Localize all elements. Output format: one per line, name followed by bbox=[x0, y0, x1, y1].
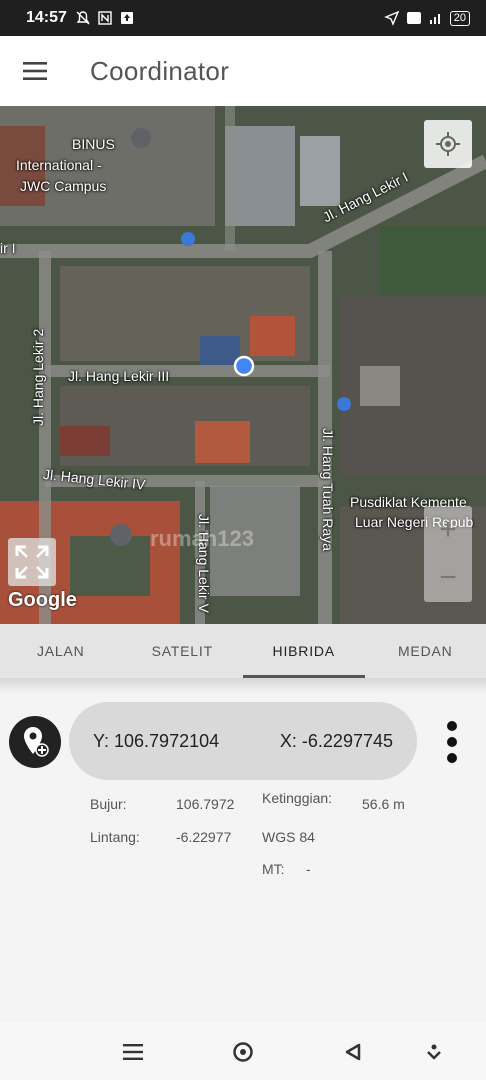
fullscreen-button[interactable] bbox=[8, 538, 56, 586]
watermark: rumah123 bbox=[150, 526, 254, 551]
mt-label: MT: bbox=[262, 861, 285, 877]
upload-icon bbox=[120, 12, 133, 24]
map-label-binus: JWC Campus bbox=[20, 178, 107, 194]
lintang-label: Lintang: bbox=[90, 829, 140, 845]
zoom-in-button[interactable]: + bbox=[424, 506, 472, 554]
status-bar: 14:57 20 bbox=[0, 0, 486, 36]
ketinggian-label: Ketinggian: bbox=[262, 790, 332, 806]
map-label-binus: BINUS bbox=[72, 136, 115, 152]
my-location-button[interactable] bbox=[424, 120, 472, 168]
zoom-out-button[interactable]: − bbox=[424, 554, 472, 602]
y-coordinate: Y: 106.7972104 bbox=[93, 730, 220, 751]
app-title: Coordinator bbox=[90, 55, 230, 86]
map-type-tabs: JALAN SATELIT HIBRIDA MEDAN bbox=[0, 624, 486, 678]
map-label-road: Jl. Hang Lekir 2 bbox=[30, 328, 46, 426]
tab-satelit[interactable]: SATELIT bbox=[122, 624, 244, 678]
tab-hibrida[interactable]: HIBRIDA bbox=[243, 624, 365, 678]
expand-icon bbox=[15, 545, 49, 579]
more-dot bbox=[447, 737, 457, 747]
google-logo: Google bbox=[8, 589, 77, 611]
back-button[interactable] bbox=[337, 1036, 369, 1068]
status-icons-left bbox=[75, 10, 135, 26]
notifications-off-icon bbox=[76, 11, 90, 25]
mt-value: - bbox=[306, 861, 311, 877]
tab-medan[interactable]: MEDAN bbox=[365, 624, 486, 678]
add-location-button[interactable] bbox=[9, 716, 61, 768]
system-nav-bar bbox=[0, 1022, 486, 1080]
tab-shadow bbox=[0, 678, 486, 694]
home-icon bbox=[233, 1042, 253, 1062]
datum-label: WGS 84 bbox=[262, 829, 315, 845]
map-label-road: Jl. Hang Lekir III bbox=[68, 368, 170, 384]
nfc-icon bbox=[98, 11, 112, 25]
ketinggian-value: 56.6 m bbox=[362, 796, 405, 812]
hamburger-menu-icon[interactable] bbox=[0, 36, 70, 106]
more-options-button[interactable] bbox=[438, 716, 466, 768]
more-dot bbox=[447, 753, 457, 763]
home-button[interactable] bbox=[227, 1036, 259, 1068]
app-bar: Coordinator bbox=[0, 36, 486, 106]
map-view[interactable]: BINUS International - JWC Campus Jl. Han… bbox=[0, 106, 486, 624]
x-coordinate: X: -6.2297745 bbox=[279, 730, 393, 751]
chevron-down-icon bbox=[427, 1044, 441, 1060]
map-label-road: Jl. Hang Tuah Raya bbox=[320, 428, 336, 551]
recents-icon bbox=[123, 1044, 143, 1060]
status-icons-right: 20 bbox=[383, 10, 470, 26]
recents-button[interactable] bbox=[117, 1036, 149, 1068]
lintang-value: -6.22977 bbox=[176, 829, 232, 845]
back-icon bbox=[345, 1043, 361, 1061]
tab-jalan[interactable]: JALAN bbox=[0, 624, 122, 678]
zoom-controls: + − bbox=[424, 506, 472, 602]
signal-4g-icon bbox=[429, 14, 440, 24]
crosshair-icon bbox=[436, 132, 460, 156]
hide-nav-button[interactable] bbox=[418, 1036, 450, 1068]
bujur-value: 106.7972 bbox=[176, 796, 235, 812]
location-arrow-icon bbox=[383, 10, 400, 26]
coordinates-display[interactable]: Y: 106.7972104 X: -6.2297745 bbox=[69, 702, 417, 780]
volte-icon bbox=[406, 12, 421, 24]
map-label-binus: International - bbox=[16, 157, 102, 173]
more-dot bbox=[447, 721, 457, 731]
add-pin-icon bbox=[24, 727, 49, 757]
battery-icon: 20 bbox=[449, 10, 470, 26]
map-label-road: ir I bbox=[0, 240, 16, 256]
status-time: 14:57 bbox=[26, 9, 67, 26]
bujur-label: Bujur: bbox=[90, 796, 127, 812]
